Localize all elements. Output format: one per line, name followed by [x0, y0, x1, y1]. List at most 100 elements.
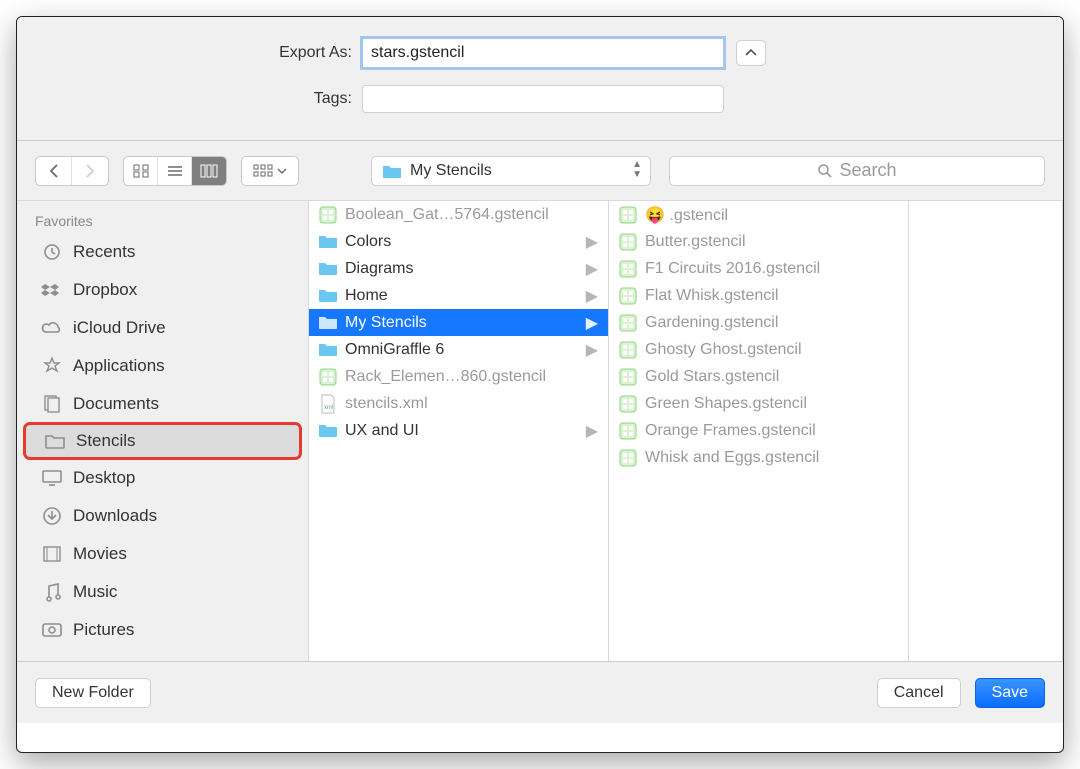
desktop-icon — [39, 469, 65, 487]
file-item[interactable]: Butter.gstencil — [609, 228, 908, 255]
stencil-icon — [617, 395, 639, 413]
chevron-right-icon: ▶ — [586, 232, 598, 252]
chevron-right-icon: ▶ — [586, 421, 598, 441]
sidebar-item-stencils[interactable]: Stencils — [23, 422, 302, 460]
sidebar-item-icloud-drive[interactable]: iCloud Drive — [17, 309, 308, 347]
file-item-label: Gold Stars.gstencil — [645, 368, 898, 386]
folder-icon — [317, 288, 339, 303]
search-placeholder: Search — [839, 160, 896, 181]
stencil-icon — [617, 449, 639, 467]
stencil-icon — [617, 368, 639, 386]
file-item[interactable]: Colors▶ — [309, 228, 608, 255]
file-item-label: Orange Frames.gstencil — [645, 422, 898, 440]
new-folder-button[interactable]: New Folder — [35, 678, 151, 708]
sidebar: Favorites Recents Dropbox iCloud DriveAppl… — [17, 201, 309, 661]
file-item[interactable]: Rack_Elemen…860.gstencil — [309, 363, 608, 390]
folder-icon — [42, 433, 68, 449]
file-item[interactable]: Diagrams▶ — [309, 255, 608, 282]
tags-input[interactable] — [362, 85, 724, 113]
file-item[interactable]: F1 Circuits 2016.gstencil — [609, 255, 908, 282]
file-item-label: Boolean_Gat…5764.gstencil — [345, 206, 598, 224]
stencil-icon — [617, 287, 639, 305]
favorites-header: Favorites — [17, 209, 308, 233]
sidebar-item-label: Downloads — [73, 506, 157, 526]
sidebar-item-documents[interactable]: Documents — [17, 385, 308, 423]
export-as-label: Export As: — [17, 44, 362, 62]
file-item-label: Rack_Elemen…860.gstencil — [345, 368, 598, 386]
save-button[interactable]: Save — [975, 678, 1045, 708]
sidebar-item-pictures[interactable]: Pictures — [17, 611, 308, 649]
column-3[interactable] — [909, 201, 1063, 661]
sidebar-item-label: Stencils — [76, 431, 136, 451]
file-item-label: stencils.xml — [345, 395, 598, 413]
file-item[interactable]: Home▶ — [309, 282, 608, 309]
file-item-label: Flat Whisk.gstencil — [645, 287, 898, 305]
file-item[interactable]: My Stencils▶ — [309, 309, 608, 336]
file-item-label: My Stencils — [345, 314, 582, 332]
sidebar-item-downloads[interactable]: Downloads — [17, 497, 308, 535]
stencil-icon — [617, 233, 639, 251]
file-item-label: Ghosty Ghost.gstencil — [645, 341, 898, 359]
cloud-icon — [39, 320, 65, 336]
list-view-button[interactable] — [158, 157, 192, 185]
file-item[interactable]: Gardening.gstencil — [609, 309, 908, 336]
column-1[interactable]: Boolean_Gat…5764.gstencilColors▶Diagrams… — [309, 201, 609, 661]
dialog-header: Export As: Tags: — [17, 17, 1063, 141]
location-label: My Stencils — [410, 162, 492, 180]
file-item[interactable]: OmniGraffle 6▶ — [309, 336, 608, 363]
file-item[interactable]: Gold Stars.gstencil — [609, 363, 908, 390]
export-as-input[interactable] — [362, 38, 724, 68]
sidebar-item-desktop[interactable]: Desktop — [17, 459, 308, 497]
file-item-label: F1 Circuits 2016.gstencil — [645, 260, 898, 278]
list-view-icon — [167, 164, 183, 178]
file-item[interactable]: xml stencils.xml — [309, 390, 608, 417]
forward-button[interactable] — [72, 157, 108, 185]
chevron-right-icon: ▶ — [586, 340, 598, 360]
file-item[interactable]: Boolean_Gat…5764.gstencil — [309, 201, 608, 228]
column-view-button[interactable] — [192, 157, 226, 185]
stencil-icon — [617, 422, 639, 440]
sidebar-item-applications[interactable]: Applications — [17, 347, 308, 385]
folder-icon — [317, 423, 339, 438]
file-item[interactable]: Whisk and Eggs.gstencil — [609, 444, 908, 471]
folder-icon — [317, 315, 339, 330]
sidebar-item-movies[interactable]: Movies — [17, 535, 308, 573]
file-item[interactable]: Flat Whisk.gstencil — [609, 282, 908, 309]
nav-buttons — [35, 156, 109, 186]
search-field[interactable]: Search — [669, 156, 1045, 186]
folder-icon — [317, 261, 339, 276]
music-icon — [39, 582, 65, 602]
file-item[interactable]: Ghosty Ghost.gstencil — [609, 336, 908, 363]
apps-icon — [39, 356, 65, 376]
collapse-toggle[interactable] — [736, 40, 766, 66]
icon-view-button[interactable] — [124, 157, 158, 185]
back-button[interactable] — [36, 157, 72, 185]
chevron-right-icon — [84, 164, 96, 178]
file-item[interactable]: Orange Frames.gstencil — [609, 417, 908, 444]
file-item[interactable]: UX and UI▶ — [309, 417, 608, 444]
file-item[interactable]: Green Shapes.gstencil — [609, 390, 908, 417]
sidebar-item-dropbox[interactable]: Dropbox — [17, 271, 308, 309]
sidebar-item-recents[interactable]: Recents — [17, 233, 308, 271]
docs-icon — [39, 394, 65, 414]
location-popup[interactable]: My Stencils ▲▼ — [371, 156, 651, 186]
file-item-label: Colors — [345, 233, 582, 251]
cancel-button[interactable]: Cancel — [877, 678, 961, 708]
column-2[interactable]: 😝 .gstencilButter.gstencil F1 Circuits 20… — [609, 201, 909, 661]
stencil-icon — [617, 314, 639, 332]
clock-icon — [39, 242, 65, 262]
view-mode-buttons — [123, 156, 227, 186]
arrange-icon — [253, 164, 273, 178]
sidebar-item-label: Documents — [73, 394, 159, 414]
icon-view-icon — [133, 164, 149, 178]
svg-text:xml: xml — [324, 405, 333, 411]
chevron-right-icon: ▶ — [586, 259, 598, 279]
bottom-bar: New Folder Cancel Save — [17, 661, 1063, 723]
sidebar-item-label: Dropbox — [73, 280, 137, 300]
arrange-popup[interactable] — [241, 156, 299, 186]
file-item-label: Green Shapes.gstencil — [645, 395, 898, 413]
chevron-right-icon: ▶ — [586, 286, 598, 306]
file-item-label: Gardening.gstencil — [645, 314, 898, 332]
sidebar-item-music[interactable]: Music — [17, 573, 308, 611]
file-item[interactable]: 😝 .gstencil — [609, 201, 908, 228]
